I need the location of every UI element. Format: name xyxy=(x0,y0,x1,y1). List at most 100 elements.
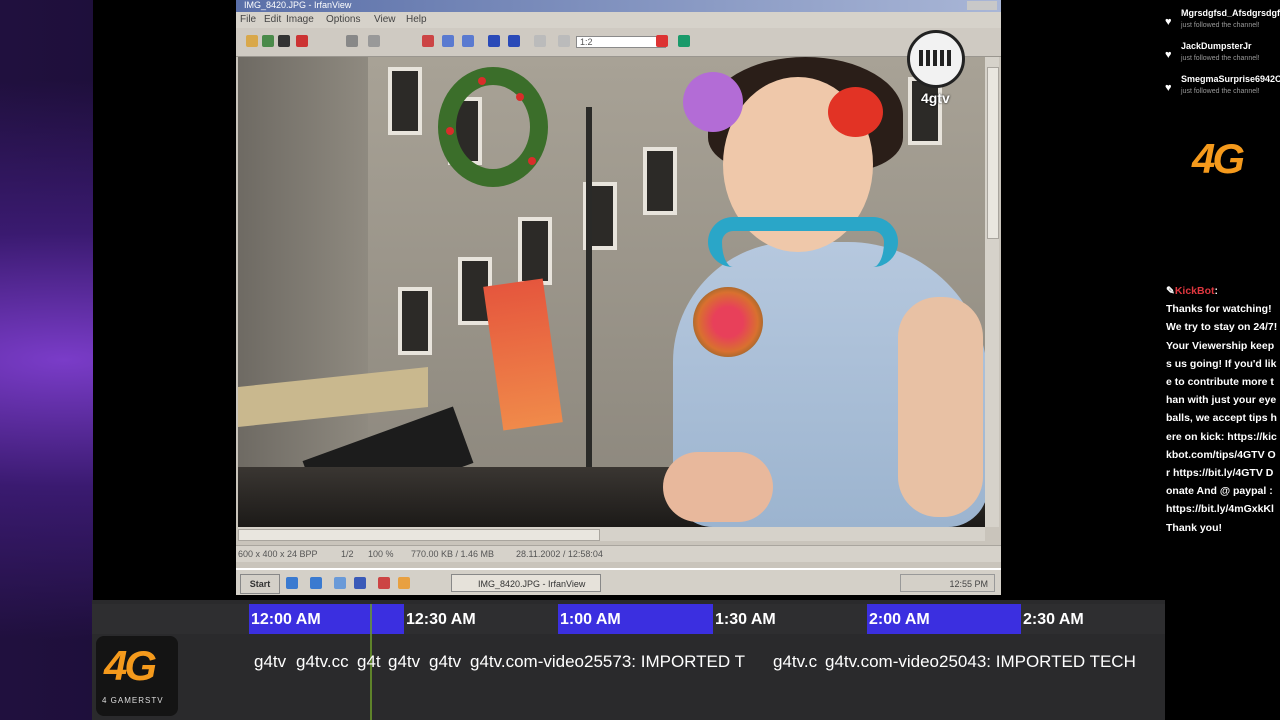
slideshow-icon xyxy=(534,35,546,47)
folder-icon xyxy=(398,577,410,589)
print-icon xyxy=(278,35,290,47)
time-slot: 12:30 AM xyxy=(406,611,476,628)
corsage xyxy=(693,287,763,357)
taskbar: Start IMG_8420.JPG - IrfanView 12:55 PM xyxy=(236,568,1001,595)
g4tv-logo-dots xyxy=(919,50,953,66)
program-item: g4t xyxy=(357,652,381,671)
ie-icon xyxy=(310,577,322,589)
woman-arm xyxy=(898,297,983,517)
horizontal-scrollbar xyxy=(238,527,985,541)
window-title: IMG_8420.JPG - IrfanView xyxy=(244,0,352,10)
vertical-scrollbar xyxy=(985,57,999,527)
heart-icon: ♥ xyxy=(1165,16,1172,28)
scroll-thumb xyxy=(987,67,999,239)
media-icon xyxy=(378,577,390,589)
status-zoom: 100 % xyxy=(368,549,394,559)
outlook-icon xyxy=(334,577,346,589)
chat-text: Thanks for watching! We try to stay on 2… xyxy=(1166,303,1278,534)
menu-item-options: Options xyxy=(326,14,361,25)
video-frame: IMG_8420.JPG - IrfanView File Edit Image… xyxy=(236,0,1001,595)
time-slot: 2:30 AM xyxy=(1023,611,1084,628)
scroll-thumb xyxy=(238,529,600,541)
thumb-icon xyxy=(558,35,570,47)
purple-flower xyxy=(683,72,743,132)
menu-item-image: Image xyxy=(286,14,314,25)
channel-logo: 4G xyxy=(1188,113,1260,209)
time-slot: 1:30 AM xyxy=(715,611,776,628)
program-item: g4tv.com-video25043: IMPORTED TECH xyxy=(825,652,1136,671)
channel-logo-text: 4G xyxy=(1192,135,1245,182)
program-item: g4tv xyxy=(254,652,287,671)
copy-icon xyxy=(346,35,358,47)
building-window xyxy=(398,287,432,355)
red-flower xyxy=(828,87,883,137)
desktop-icon xyxy=(286,577,298,589)
status-date: 28.11.2002 / 12:58:04 xyxy=(516,549,603,559)
follower-alert: ♥ JackDumpsterJr just followed the chann… xyxy=(1165,41,1280,71)
zoom-field: 1:2 xyxy=(576,36,666,48)
status-dimensions: 600 x 400 x 24 BPP xyxy=(238,549,318,559)
follower-status: just followed the channel! xyxy=(1181,88,1260,95)
time-slot: 12:00 AM xyxy=(249,604,404,634)
word-icon xyxy=(354,577,366,589)
status-size: 770.00 KB / 1.46 MB xyxy=(411,549,495,559)
schedule-logo: 4G 4 GAMERSTV xyxy=(96,636,178,716)
status-page: 1/2 xyxy=(341,549,354,559)
follower-status: just followed the channel! xyxy=(1181,22,1260,29)
open-icon xyxy=(246,35,258,47)
lamp-post xyxy=(586,107,592,527)
schedule-logo-sub: 4 GAMERSTV xyxy=(102,696,164,705)
woman-hand xyxy=(663,452,773,522)
scarf xyxy=(708,217,898,267)
wreath-ornament xyxy=(528,157,536,165)
program-item: g4tv.cc xyxy=(296,652,349,671)
chat-author: KickBot xyxy=(1174,285,1215,297)
heart-icon: ♥ xyxy=(1165,82,1172,94)
wreath-ornament xyxy=(478,77,486,85)
prev-icon xyxy=(488,35,500,47)
photo-view xyxy=(238,57,985,527)
zoom-out-icon xyxy=(462,35,474,47)
program-item: g4tv.com-video25573: IMPORTED T xyxy=(470,652,745,671)
follower-alert: ♥ SmegmaSurprise6942C just followed the … xyxy=(1165,74,1280,104)
schedule-logo-text: 4G xyxy=(104,642,157,689)
g4tv-watermark: 4gtv xyxy=(907,30,971,110)
window-titlebar: IMG_8420.JPG - IrfanView xyxy=(236,0,1001,12)
program-item: g4tv.c xyxy=(773,652,818,671)
chat-message: ✎KickBot: Thanks for watching! We try to… xyxy=(1166,285,1278,534)
follower-status: just followed the channel! xyxy=(1181,55,1260,62)
paste-icon xyxy=(368,35,380,47)
chat-badge-icon: ✎ xyxy=(1166,285,1175,297)
time-slot: 1:00 AM xyxy=(558,604,713,634)
next-icon xyxy=(508,35,520,47)
follower-name: Mgrsdgfsd_Afsdgrsdgf xyxy=(1181,8,1280,18)
window-controls xyxy=(967,1,997,10)
heart-icon: ♥ xyxy=(1165,49,1172,61)
toolbar: 1:2 xyxy=(236,28,1001,57)
menu-item-help: Help xyxy=(406,14,427,25)
delete-icon xyxy=(296,35,308,47)
program-item: g4tv xyxy=(388,652,421,671)
start-button: Start xyxy=(240,574,280,594)
menu-item-view: View xyxy=(374,14,396,25)
g4tv-watermark-text: 4gtv xyxy=(921,90,950,106)
wreath-ornament xyxy=(516,93,524,101)
menubar: File Edit Image Options View Help xyxy=(236,12,1001,28)
building-window xyxy=(388,67,422,135)
follower-alert: ♥ Mgrsdgfsd_Afsdgrsdgf just followed the… xyxy=(1165,8,1280,38)
statusbar: 600 x 400 x 24 BPP 1/2 100 % 770.00 KB /… xyxy=(236,545,1001,562)
wreath-ornament xyxy=(446,127,454,135)
follower-name: JackDumpsterJr xyxy=(1181,41,1252,51)
save-icon xyxy=(262,35,274,47)
system-tray-clock: 12:55 PM xyxy=(900,574,995,592)
program-item: g4tv xyxy=(429,652,462,671)
menu-item-edit: Edit xyxy=(264,14,282,25)
building-window xyxy=(518,217,552,285)
building-window xyxy=(643,147,677,215)
time-slot: 2:00 AM xyxy=(867,604,1021,634)
zoom-in-icon xyxy=(442,35,454,47)
taskbar-irfanview: IMG_8420.JPG - IrfanView xyxy=(451,574,601,592)
paint-icon xyxy=(656,35,668,47)
christmas-wreath xyxy=(438,67,548,187)
effects-icon xyxy=(678,35,690,47)
